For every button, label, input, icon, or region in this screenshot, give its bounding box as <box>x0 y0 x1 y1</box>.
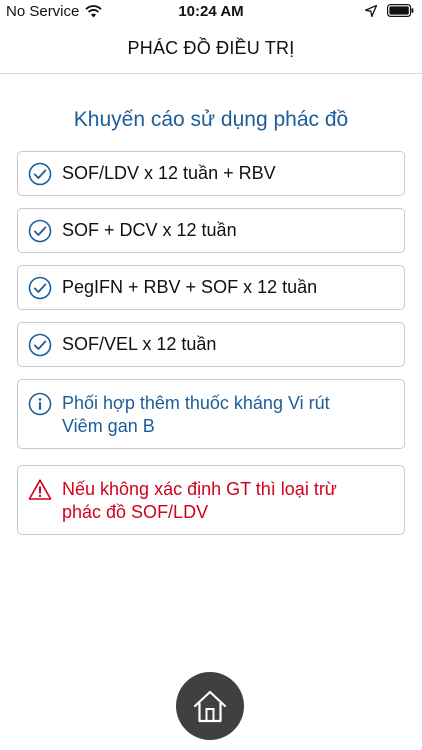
check-circle-icon <box>28 276 52 299</box>
page-title: PHÁC ĐỒ ĐIỀU TRỊ <box>127 38 295 58</box>
location-arrow-icon <box>365 4 377 17</box>
warning-line-1: Nếu không xác định GT thì loại trừ <box>62 479 337 499</box>
recommendation-label: SOF + DCV x 12 tuần <box>62 220 237 240</box>
section-heading: Khuyến cáo sử dụng phác đồ <box>73 108 349 131</box>
status-bar: No Service 10:24 AM <box>0 0 422 24</box>
recommendation-label: PegIFN + RBV + SOF x 12 tuần <box>62 277 318 297</box>
navigation-bar: PHÁC ĐỒ ĐIỀU TRỊ <box>0 24 422 74</box>
warning-text: Nếu không xác định GT thì loại trừ phác … <box>62 478 337 524</box>
recommendation-card[interactable]: SOF + DCV x 12 tuần <box>17 208 405 253</box>
warning-triangle-icon <box>28 479 52 500</box>
status-time: 10:24 AM <box>178 3 244 20</box>
warning-line-2: phác đồ SOF/LDV <box>62 502 209 522</box>
check-circle-icon <box>28 162 52 185</box>
recommendation-card[interactable]: SOF/LDV x 12 tuần + RBV <box>17 151 405 196</box>
check-circle-icon <box>28 219 52 242</box>
battery-icon <box>387 4 414 17</box>
info-text: Phối hợp thêm thuốc kháng Vi rút Viêm ga… <box>62 392 330 438</box>
home-button[interactable] <box>176 672 244 740</box>
info-circle-icon <box>28 392 52 416</box>
home-icon <box>193 690 227 723</box>
info-line-1: Phối hợp thêm thuốc kháng Vi rút <box>62 393 330 413</box>
recommendation-label: SOF/VEL x 12 tuần <box>62 334 217 354</box>
recommendation-card[interactable]: PegIFN + RBV + SOF x 12 tuần <box>17 265 405 310</box>
warning-card[interactable]: Nếu không xác định GT thì loại trừ phác … <box>17 465 405 535</box>
recommendation-card[interactable]: SOF/VEL x 12 tuần <box>17 322 405 367</box>
info-card[interactable]: Phối hợp thêm thuốc kháng Vi rút Viêm ga… <box>17 379 405 449</box>
check-circle-icon <box>28 333 52 356</box>
recommendation-label: SOF/LDV x 12 tuần + RBV <box>62 163 276 183</box>
info-line-2: Viêm gan B <box>62 416 155 436</box>
status-right <box>365 4 414 17</box>
